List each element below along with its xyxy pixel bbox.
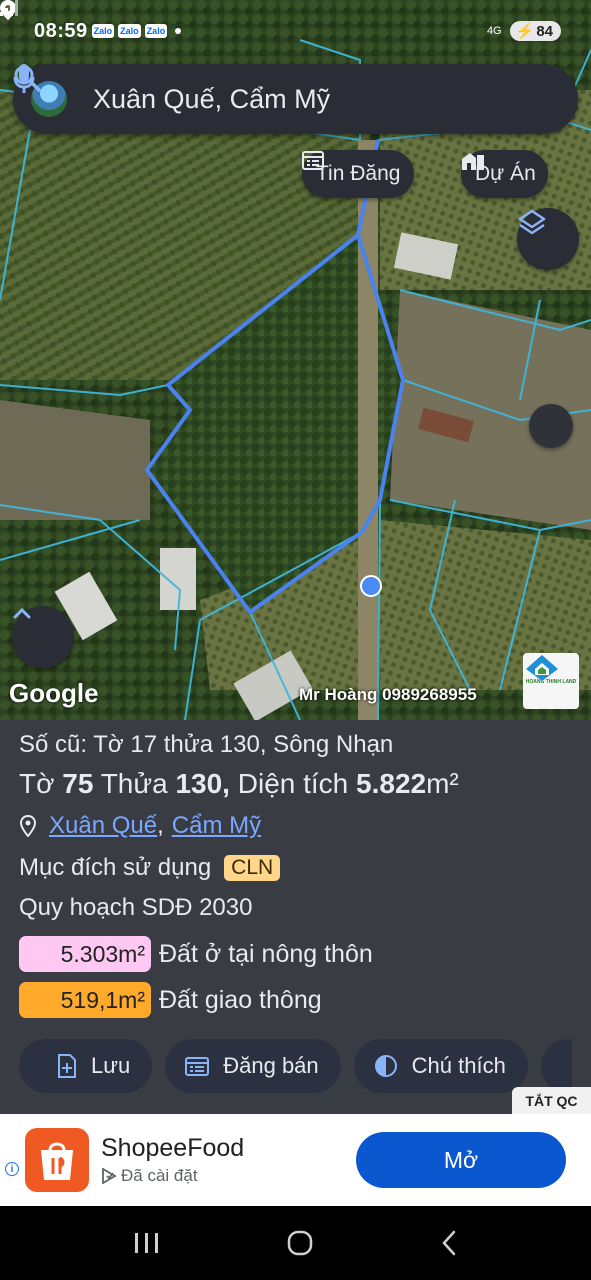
save-label: Lưu: [91, 1053, 131, 1078]
to-label: Tờ: [19, 768, 55, 799]
ad-info-icon[interactable]: i: [5, 1162, 19, 1176]
legend-label: Chú thích: [411, 1053, 506, 1078]
my-location-dot: [360, 575, 382, 597]
contact-watermark: Mr Hoàng 0989268955: [299, 685, 477, 704]
status-time: 08:59: [34, 19, 88, 42]
search-input[interactable]: Xuân Quế, Cẩm Mỹ: [93, 84, 466, 115]
ad-status-text: Đã cài đặt: [121, 1166, 198, 1185]
battery-level: 84: [536, 22, 553, 40]
tin-dang-chip[interactable]: Tin Đăng: [302, 150, 415, 198]
parcel-summary: Tờ 75 Thửa 130, Diện tích 5.822m²: [19, 768, 572, 800]
old-parcel-number: Số cũ: Tờ 17 thửa 130, Sông Nhạn: [19, 731, 394, 758]
thua-label: Thửa: [100, 768, 168, 799]
open-app-button[interactable]: Mở: [356, 1132, 566, 1188]
location-row: Xuân Quế , Cẩm Mỹ: [19, 812, 572, 840]
map-view[interactable]: 08:59 Zalo Zalo Zalo 4G ⚡ 84 Xuân Quế, C…: [0, 0, 591, 720]
ad-install-status: Đã cài đặt: [101, 1166, 198, 1186]
purpose-code-badge: CLN: [224, 855, 281, 881]
district-link[interactable]: Cẩm Mỹ: [172, 812, 261, 840]
layers-button[interactable]: [517, 208, 579, 270]
contrast-icon: [374, 1055, 397, 1077]
buildings-icon: [462, 153, 484, 170]
zalo-notification-icon: Zalo: [91, 24, 115, 38]
location-separator: ,: [157, 812, 164, 839]
zalo-notification-icon: Zalo: [144, 24, 168, 38]
thua-value: 130,: [175, 768, 230, 799]
to-value: 75: [62, 768, 94, 799]
status-bar: 08:59 Zalo Zalo Zalo 4G ⚡ 84: [0, 0, 591, 62]
google-attribution: Google: [9, 678, 99, 708]
area-label: Diện tích: [237, 768, 349, 799]
zone-label: Đất giao thông: [159, 985, 322, 1014]
calendar-list-icon: [302, 151, 324, 170]
close-ad-button[interactable]: TẮT QC: [512, 1087, 591, 1114]
area-unit: m²: [426, 768, 459, 799]
company-logo[interactable]: HOANG THINH LAND: [523, 653, 579, 709]
save-button[interactable]: Lưu: [19, 1039, 153, 1093]
battery-indicator: ⚡ 84: [509, 21, 561, 41]
more-actions-button[interactable]: [540, 1039, 572, 1093]
du-an-chip[interactable]: Dự Án: [461, 150, 548, 198]
commune-link[interactable]: Xuân Quế: [49, 812, 157, 840]
zone-area-chip: 519,1m²: [19, 982, 151, 1018]
land-use-purpose: Mục đích sử dụng CLN: [19, 854, 572, 882]
microphone-icon[interactable]: [13, 64, 552, 114]
zalo-notification-icon: Zalo: [118, 24, 141, 38]
house-logo-icon: [526, 655, 558, 681]
add-file-icon: [58, 1054, 76, 1078]
signal-icon: [0, 0, 18, 16]
area-value: 5.822: [356, 768, 427, 799]
post-listing-label: Đăng bán: [223, 1053, 319, 1078]
zone-label: Đất ở tại nông thôn: [159, 939, 373, 968]
zone-row: 5.303m² Đất ở tại nông thôn: [19, 936, 572, 972]
zone-row: 519,1m² Đất giao thông: [19, 982, 572, 1018]
compass-button[interactable]: [529, 404, 573, 448]
action-buttons: Lưu Đăng bán Chú thích: [19, 1039, 572, 1093]
zone-area-chip: 5.303m²: [19, 936, 151, 972]
tin-dang-label: Tin Đăng: [316, 162, 401, 185]
location-pin-icon: [19, 815, 37, 837]
back-icon[interactable]: [439, 1229, 459, 1257]
planning-label: Quy hoạch SDĐ 2030: [19, 894, 253, 921]
ad-banner[interactable]: i ShopeeFood Đã cài đặt Mở: [0, 1114, 591, 1206]
legend-button[interactable]: Chú thích: [353, 1039, 528, 1093]
expand-panel-button[interactable]: [12, 606, 74, 668]
layers-icon: [518, 209, 546, 235]
ad-app-name: ShopeeFood: [101, 1134, 245, 1162]
more-notifications-icon: [175, 28, 182, 34]
shopeefood-app-icon[interactable]: [25, 1128, 89, 1192]
chevron-up-icon: [13, 607, 31, 619]
network-type: 4G: [486, 25, 502, 37]
battery-icon: ⚡: [515, 23, 535, 40]
purpose-label: Mục đích sử dụng: [19, 854, 212, 881]
play-store-installed-icon: [102, 1168, 117, 1184]
home-icon[interactable]: [286, 1229, 314, 1257]
parcel-info-panel: Số cũ: Tờ 17 thửa 130, Sông Nhạn Tờ 75 T…: [0, 720, 591, 1114]
calendar-list-icon: [185, 1057, 210, 1076]
recent-apps-icon[interactable]: [133, 1231, 161, 1255]
search-icon[interactable]: [14, 65, 496, 114]
post-listing-button[interactable]: Đăng bán: [165, 1039, 341, 1093]
system-nav-bar: [0, 1206, 591, 1280]
search-bar[interactable]: Xuân Quế, Cẩm Mỹ: [13, 64, 578, 134]
